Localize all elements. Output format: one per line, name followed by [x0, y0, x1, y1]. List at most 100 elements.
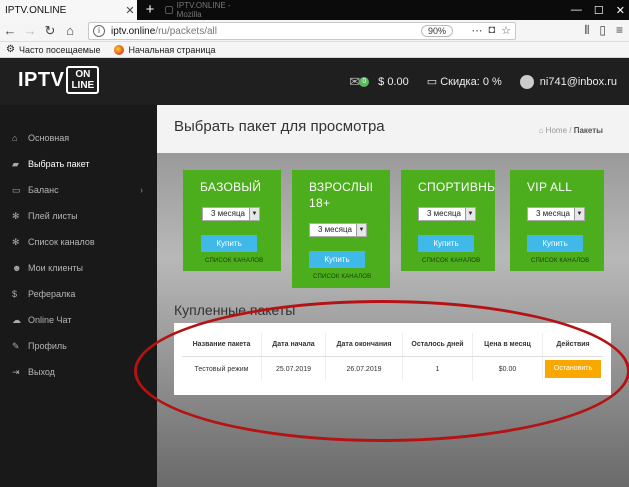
avatar	[519, 74, 534, 89]
zoom-level[interactable]: 90%	[420, 25, 453, 37]
site-logo[interactable]: IPTV ON LINE	[18, 66, 100, 94]
cell-package-name: Тестовый режим	[182, 357, 262, 381]
table-row: Тестовый режим 25.07.2019 26.07.2019 1 $…	[182, 357, 603, 381]
star-icon[interactable]: ☆	[501, 24, 511, 37]
period-select[interactable]: 3 месяца ▼	[418, 207, 476, 221]
sidebar: ⌂ Основная ▰ Выбрать пакет ▭ Баланс › ✻ Плей …	[0, 105, 157, 487]
buy-button[interactable]: Купить	[309, 251, 365, 268]
discount[interactable]: ▭ Скидка: 0 %	[427, 75, 502, 88]
maximize-icon[interactable]: ☐	[594, 4, 604, 17]
pocket-icon[interactable]: ◘	[488, 24, 495, 37]
user-email: ni741@inbox.ru	[539, 75, 617, 88]
sidebar-item-profile[interactable]: ✎ Профиль	[0, 333, 157, 359]
sidebar-item-label: Рефералка	[28, 289, 76, 299]
back-icon[interactable]: ←	[0, 23, 20, 38]
period-select[interactable]: 3 месяца ▼	[202, 207, 260, 221]
channels-link[interactable]: СПИСОК КАНАЛОВ	[313, 274, 371, 280]
new-tab-icon[interactable]: +	[141, 1, 159, 19]
card-icon: ▭	[12, 184, 21, 195]
sidebar-icon[interactable]: ▯	[599, 23, 606, 38]
column-header: Дата начала	[262, 333, 326, 356]
column-header: Действия	[556, 341, 590, 348]
toolbar-right: ⫴ ▯ ≡	[584, 23, 623, 38]
gear-icon: ✻	[12, 236, 20, 247]
sidebar-item-main[interactable]: ⌂ Основная	[0, 125, 157, 151]
home-icon[interactable]: ⌂	[60, 23, 80, 38]
browser-tab-bar: IPTV.ONLINE ✕ + IPTV.ONLINE - Mozilla — …	[0, 0, 629, 20]
sidebar-item-clients[interactable]: ☻ Мои клиенты	[0, 255, 157, 281]
browser-tab-inactive[interactable]: IPTV.ONLINE - Mozilla	[165, 1, 253, 19]
sidebar-item-choose-package[interactable]: ▰ Выбрать пакет	[0, 151, 157, 177]
edit-icon: ✎	[12, 340, 20, 351]
stop-button[interactable]: Остановить	[545, 360, 601, 378]
header-items: ✉ 0 $ 0.00 ▭ Скидка: 0 % ni741@inbox.ru	[349, 58, 617, 105]
package-card-adult: ВЗРОСЛЫЙ 18+ 3 месяца ▼ Купить СПИСОК КАН…	[292, 170, 390, 288]
close-window-icon[interactable]: ✕	[616, 4, 625, 17]
sidebar-item-logout[interactable]: ⇥ Выход	[0, 359, 157, 385]
info-icon[interactable]: i	[93, 25, 105, 37]
balance[interactable]: $ 0.00	[378, 76, 409, 88]
column-header: Цена в месяц	[473, 333, 543, 356]
users-icon: ☻	[12, 263, 22, 273]
breadcrumb-home[interactable]: Home	[546, 126, 567, 135]
column-header: Название пакета	[182, 333, 262, 356]
period-select[interactable]: 3 месяца ▼	[309, 223, 367, 237]
menu-icon[interactable]: ≡	[616, 23, 623, 38]
package-card-basic: БАЗОВЫЙ 3 месяца ▼ Купить СПИСОК КАНАЛОВ	[183, 170, 281, 271]
url-path: /ru/packets/all	[155, 25, 217, 37]
breadcrumb: ⌂ Home / Пакеты	[539, 126, 603, 135]
sidebar-item-label: Мои клиенты	[28, 263, 84, 273]
sidebar-item-playlists[interactable]: ✻ Плей листы	[0, 203, 157, 229]
forward-icon[interactable]: →	[20, 23, 40, 38]
more-icon[interactable]: ⋯	[471, 24, 482, 37]
gear-icon: ⚙	[6, 44, 15, 55]
channels-link[interactable]: СПИСОК КАНАЛОВ	[531, 258, 589, 264]
sidebar-item-label: Выход	[28, 367, 55, 377]
mail-count-badge: 0	[359, 76, 370, 87]
channels-link[interactable]: СПИСОК КАНАЛОВ	[422, 258, 480, 264]
package-name: ВЗРОСЛЫЙ 18+	[309, 180, 372, 210]
home-icon: ⌂	[538, 126, 546, 135]
sidebar-item-label: Баланс	[28, 185, 59, 195]
period-value: 3 месяца	[536, 209, 570, 218]
logo-bottom: LINE	[71, 80, 95, 91]
buy-button[interactable]: Купить	[201, 235, 257, 252]
window-controls: — ☐ ✕	[571, 0, 625, 20]
sidebar-item-label: Плей листы	[28, 211, 78, 221]
logo-main: IPTV	[18, 69, 65, 91]
url-host: iptv.online	[111, 25, 156, 37]
user-menu[interactable]: ni741@inbox.ru	[519, 74, 617, 89]
page-title: Выбрать пакет для просмотра	[174, 118, 385, 135]
purchased-title: Купленные пакеты	[174, 302, 296, 318]
cell-end-date: 26.07.2019	[326, 357, 403, 381]
page-icon	[165, 6, 173, 14]
site-header: IPTV ON LINE ✉ 0 $ 0.00 ▭ Скидка: 0 % ni741…	[0, 58, 629, 105]
browser-tab-active[interactable]: IPTV.ONLINE ✕	[0, 0, 137, 20]
sidebar-item-balance[interactable]: ▭ Баланс ›	[0, 177, 157, 203]
package-name: VIP ALL	[527, 180, 573, 194]
cell-actions: Остановить	[543, 357, 603, 381]
mail-icon[interactable]: ✉ 0	[349, 74, 370, 90]
package-name: БАЗОВЫЙ	[200, 180, 262, 194]
channels-link[interactable]: СПИСОК КАНАЛОВ	[205, 258, 263, 264]
cell-days-left: 1	[403, 357, 473, 381]
buy-button[interactable]: Купить	[527, 235, 583, 252]
bookmark-start-page[interactable]: Начальная страница	[128, 45, 215, 55]
sidebar-item-chat[interactable]: ☁ Online Чат	[0, 307, 157, 333]
period-select[interactable]: 3 месяца ▼	[527, 207, 585, 221]
chat-icon: ☁	[12, 314, 21, 325]
buy-button[interactable]: Купить	[418, 235, 474, 252]
url-bar[interactable]: i iptv.online/ru/packets/all 90% ⋯ ◘ ☆	[88, 22, 516, 40]
cell-start-date: 25.07.2019	[262, 357, 326, 381]
column-header: Осталось дней	[403, 333, 473, 356]
bookmark-frequent[interactable]: Часто посещаемые	[19, 45, 101, 55]
library-icon[interactable]: ⫴	[584, 23, 589, 38]
tab-title: IPTV.ONLINE - Mozilla	[176, 1, 231, 19]
close-icon[interactable]: ✕	[123, 4, 137, 17]
minimize-icon[interactable]: —	[571, 4, 582, 16]
reload-icon[interactable]: ↻	[40, 23, 60, 39]
sidebar-item-referral[interactable]: $ Рефералка	[0, 281, 157, 307]
chevron-down-icon: ▼	[465, 208, 475, 220]
sidebar-item-channels[interactable]: ✻ Список каналов	[0, 229, 157, 255]
content-background	[157, 105, 629, 487]
